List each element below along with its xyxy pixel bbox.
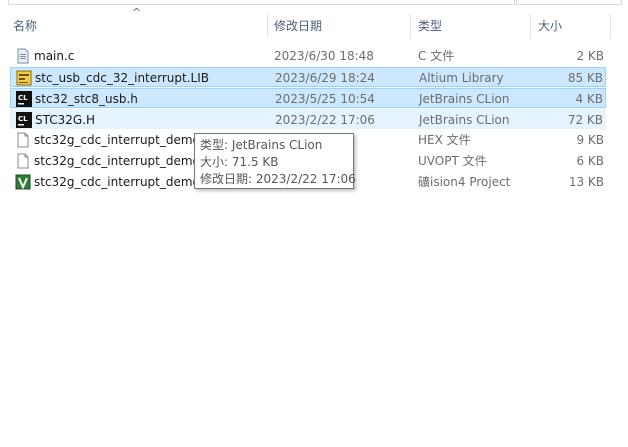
- file-type: UVOPT 文件: [418, 154, 487, 168]
- file-size: 85 KB: [567, 71, 603, 85]
- column-header-size[interactable]: 大小: [538, 14, 562, 38]
- file-date: 2023/6/29 18:24: [275, 71, 375, 85]
- file-size: 9 KB: [576, 133, 604, 147]
- file-type: JetBrains CLion: [419, 92, 510, 106]
- file-type: HEX 文件: [418, 133, 471, 147]
- file-name: stc32g_cdc_interrupt_demo.: [34, 154, 204, 168]
- column-divider[interactable]: [410, 14, 411, 38]
- file-size: 2 KB: [576, 49, 604, 63]
- column-header-row: 名称 修改日期 类型 大小: [0, 14, 628, 38]
- file-type: JetBrains CLion: [419, 113, 510, 127]
- tooltip-date: 修改日期: 2023/2/22 17:06: [200, 172, 356, 186]
- file-size: 13 KB: [568, 175, 604, 189]
- file-date: 2023/5/25 10:54: [275, 92, 375, 106]
- file-name: stc32g_cdc_interrupt_demo.: [34, 133, 204, 147]
- window-top-edge: [0, 0, 628, 5]
- search-box-edge: [516, 0, 622, 5]
- clion-icon: CL: [16, 91, 32, 107]
- file-type: Altium Library: [419, 71, 504, 85]
- file-size: 4 KB: [575, 92, 603, 106]
- file-name: stc32_stc8_usb.h: [35, 92, 138, 106]
- c-file-icon: [15, 48, 31, 64]
- column-header-name[interactable]: 名称: [13, 14, 37, 38]
- file-size: 72 KB: [567, 113, 603, 127]
- file-row[interactable]: CL stc32_stc8_usb.h 2023/5/25 10:54 JetBrai…: [10, 88, 606, 108]
- file-type: 礦ision4 Project: [418, 175, 511, 189]
- file-row[interactable]: main.c 2023/6/30 18:48 C 文件 2 KB: [10, 46, 606, 66]
- column-divider[interactable]: [267, 14, 268, 38]
- file-type: C 文件: [418, 49, 455, 63]
- file-name: stc32g_cdc_interrupt_demo.: [34, 175, 204, 189]
- uvision-project-icon: [15, 174, 31, 190]
- blank-file-icon: [15, 132, 31, 148]
- tooltip-size: 大小: 71.5 KB: [200, 155, 279, 169]
- file-size: 6 KB: [576, 154, 604, 168]
- column-header-type[interactable]: 类型: [418, 14, 442, 38]
- tooltip-type: 类型: JetBrains CLion: [200, 138, 323, 152]
- file-name: STC32G.H: [35, 113, 96, 127]
- file-row[interactable]: stc_usb_cdc_32_interrupt.LIB 2023/6/29 18…: [10, 67, 606, 87]
- column-header-date[interactable]: 修改日期: [274, 14, 322, 38]
- blank-file-icon: [15, 153, 31, 169]
- file-info-tooltip: 类型: JetBrains CLion 大小: 71.5 KB 修改日期: 20…: [194, 133, 356, 189]
- file-name: main.c: [34, 49, 75, 63]
- address-bar-edge: [8, 0, 515, 5]
- svg-text:CL: CL: [18, 115, 28, 123]
- svg-text:CL: CL: [18, 94, 28, 102]
- column-divider[interactable]: [530, 14, 531, 38]
- file-date: 2023/2/22 17:06: [275, 113, 375, 127]
- file-name: stc_usb_cdc_32_interrupt.LIB: [35, 71, 209, 85]
- file-date: 2023/6/30 18:48: [274, 49, 374, 63]
- file-row[interactable]: CL STC32G.H 2023/2/22 17:06 JetBrains CLion…: [10, 109, 606, 129]
- clion-icon: CL: [16, 112, 32, 128]
- altium-library-icon: [16, 70, 32, 86]
- column-divider[interactable]: [610, 14, 611, 38]
